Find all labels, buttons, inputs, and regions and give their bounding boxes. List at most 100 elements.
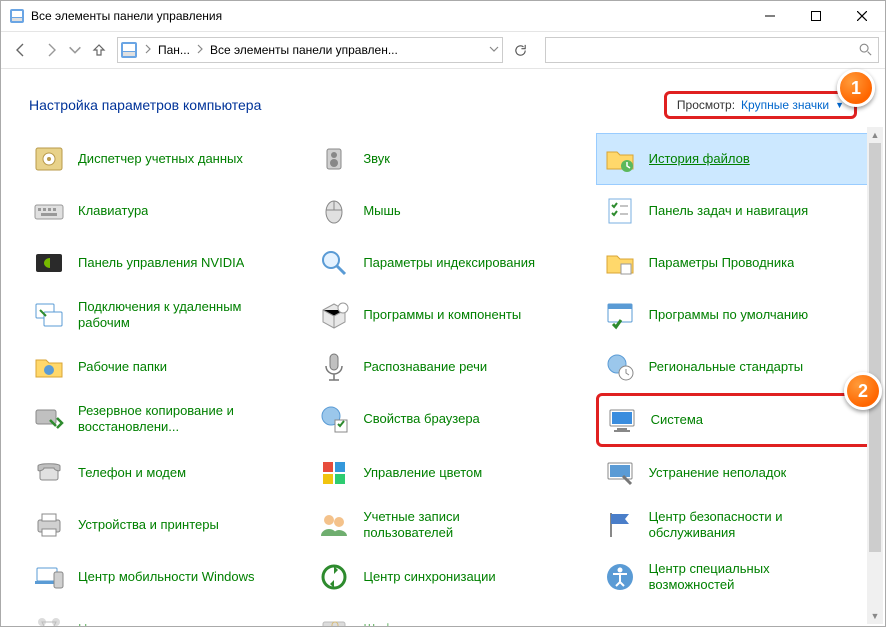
- nav-forward-button[interactable]: [37, 36, 65, 64]
- cp-item-default-programs[interactable]: Программы по умолчанию: [596, 289, 875, 341]
- cp-item-keyboard[interactable]: Клавиатура: [25, 185, 304, 237]
- nav-up-button[interactable]: [85, 36, 113, 64]
- mobility-icon: [32, 560, 66, 594]
- cp-item-security-center[interactable]: Центр безопасности и обслуживания: [596, 499, 875, 551]
- address-bar[interactable]: Пан... Все элементы панели управлен...: [117, 37, 503, 63]
- control-panel-grid: Диспетчер учетных данных Звук История фа…: [25, 133, 875, 626]
- view-value: Крупные значки: [741, 98, 829, 112]
- box-icon: [317, 298, 351, 332]
- cp-item-label: Рабочие папки: [78, 359, 167, 375]
- cp-item-sync-center[interactable]: Центр синхронизации: [310, 551, 589, 603]
- nvidia-icon: [32, 246, 66, 280]
- cp-item-label: Диспетчер учетных данных: [78, 151, 243, 167]
- cp-item-disk-encryption[interactable]: Шифрование диска: [310, 603, 589, 626]
- browser-options-icon: [317, 402, 351, 436]
- cp-item-label: История файлов: [649, 151, 750, 167]
- color-icon: [317, 456, 351, 490]
- titlebar: Все элементы панели управления: [1, 1, 885, 32]
- cp-item-regional[interactable]: Региональные стандарты: [596, 341, 875, 393]
- control-panel-app-icon: [9, 8, 25, 24]
- refresh-button[interactable]: [507, 37, 533, 63]
- lock-disk-icon: [317, 612, 351, 626]
- cp-item-color[interactable]: Управление цветом: [310, 447, 589, 499]
- cp-item-label: Программы и компоненты: [363, 307, 521, 323]
- cp-item-taskbar[interactable]: Панель задач и навигация: [596, 185, 875, 237]
- printer-icon: [32, 508, 66, 542]
- breadcrumb-1[interactable]: Пан...: [158, 43, 190, 57]
- default-programs-icon: [603, 298, 637, 332]
- cp-item-ease-of-access[interactable]: Центр специальных возможностей: [596, 551, 875, 603]
- cp-item-label: Центр управления сетями: [78, 621, 236, 626]
- keyboard-icon: [32, 194, 66, 228]
- view-label: Просмотр:: [677, 98, 735, 112]
- cp-item-label: Учетные записи пользователей: [363, 509, 543, 540]
- cp-item-browser[interactable]: Свойства браузера: [310, 393, 589, 445]
- cp-item-label: Устройства и принтеры: [78, 517, 219, 533]
- annotation-badge-2: 2: [844, 372, 882, 410]
- cp-item-label: Панель задач и навигация: [649, 203, 809, 219]
- cp-item-label: Телефон и модем: [78, 465, 186, 481]
- cp-item-work-folders[interactable]: Рабочие папки: [25, 341, 304, 393]
- remote-desktop-icon: [32, 298, 66, 332]
- cp-item-label: Центр специальных возможностей: [649, 561, 829, 592]
- cp-item-label: Центр синхронизации: [363, 569, 495, 585]
- system-icon: [605, 403, 639, 437]
- sync-icon: [317, 560, 351, 594]
- cp-item-label: Клавиатура: [78, 203, 148, 219]
- cp-item-remote[interactable]: Подключения к удаленным рабочим: [25, 289, 304, 341]
- cp-item-explorer-options[interactable]: Параметры Проводника: [596, 237, 875, 289]
- nav-recent-button[interactable]: [67, 36, 83, 64]
- cp-item-label: Управление цветом: [363, 465, 482, 481]
- cp-item-mobility-center[interactable]: Центр мобильности Windows: [25, 551, 304, 603]
- accessibility-icon: [603, 560, 637, 594]
- cp-item-backup[interactable]: Резервное копирование и восстановлени...: [25, 393, 304, 445]
- scroll-thumb[interactable]: [869, 143, 881, 552]
- cp-item-label: Центр мобильности Windows: [78, 569, 255, 585]
- control-panel-window: Все элементы панели управления: [0, 0, 886, 627]
- cp-item-programs[interactable]: Программы и компоненты: [310, 289, 589, 341]
- search-icon: [858, 42, 872, 59]
- cp-item-network-center[interactable]: Центр управления сетями: [25, 603, 304, 626]
- nav-back-button[interactable]: [7, 36, 35, 64]
- cp-item-phone-modem[interactable]: Телефон и модем: [25, 447, 304, 499]
- troubleshoot-icon: [603, 456, 637, 490]
- cp-item-speech[interactable]: Распознавание речи: [310, 341, 589, 393]
- scroll-down-button[interactable]: ▼: [867, 608, 883, 624]
- mouse-icon: [317, 194, 351, 228]
- magnifier-icon: [317, 246, 351, 280]
- cp-item-label: Программы по умолчанию: [649, 307, 808, 323]
- flag-icon: [603, 508, 637, 542]
- backup-icon: [32, 402, 66, 436]
- maximize-button[interactable]: [793, 1, 839, 31]
- scroll-up-button[interactable]: ▲: [867, 127, 883, 143]
- cp-item-user-accounts[interactable]: Учетные записи пользователей: [310, 499, 589, 551]
- cp-item-label: Резервное копирование и восстановлени...: [78, 403, 258, 434]
- cp-item-credentials[interactable]: Диспетчер учетных данных: [25, 133, 304, 185]
- cp-item-nvidia[interactable]: Панель управления NVIDIA: [25, 237, 304, 289]
- address-dropdown-button[interactable]: [488, 43, 500, 58]
- cp-item-system[interactable]: Система 2: [596, 393, 875, 447]
- cp-item-label: Параметры Проводника: [649, 255, 795, 271]
- nav-arrows: [7, 36, 113, 64]
- search-input[interactable]: [552, 42, 858, 58]
- cp-item-mouse[interactable]: Мышь: [310, 185, 589, 237]
- close-button[interactable]: [839, 1, 885, 31]
- chevron-right-icon: [142, 43, 154, 58]
- chevron-right-icon: [194, 43, 206, 58]
- breadcrumb-2[interactable]: Все элементы панели управлен...: [210, 43, 398, 57]
- folder-options-icon: [603, 246, 637, 280]
- cp-item-label: Устранение неполадок: [649, 465, 787, 481]
- cp-item-file-history[interactable]: История файлов: [596, 133, 875, 185]
- search-box[interactable]: [545, 37, 879, 63]
- cp-item-label: Подключения к удаленным рабочим: [78, 299, 258, 330]
- window-title: Все элементы панели управления: [31, 9, 747, 23]
- cp-item-troubleshoot[interactable]: Устранение неполадок: [596, 447, 875, 499]
- cp-item-label: Распознавание речи: [363, 359, 487, 375]
- control-panel-icon: [120, 41, 138, 59]
- minimize-button[interactable]: [747, 1, 793, 31]
- cp-item-indexing[interactable]: Параметры индексирования: [310, 237, 589, 289]
- cp-item-sound[interactable]: Звук: [310, 133, 589, 185]
- cp-item-devices-printers[interactable]: Устройства и принтеры: [25, 499, 304, 551]
- view-selector[interactable]: Просмотр: Крупные значки ▼: [664, 91, 857, 119]
- cp-item-label: Звук: [363, 151, 390, 167]
